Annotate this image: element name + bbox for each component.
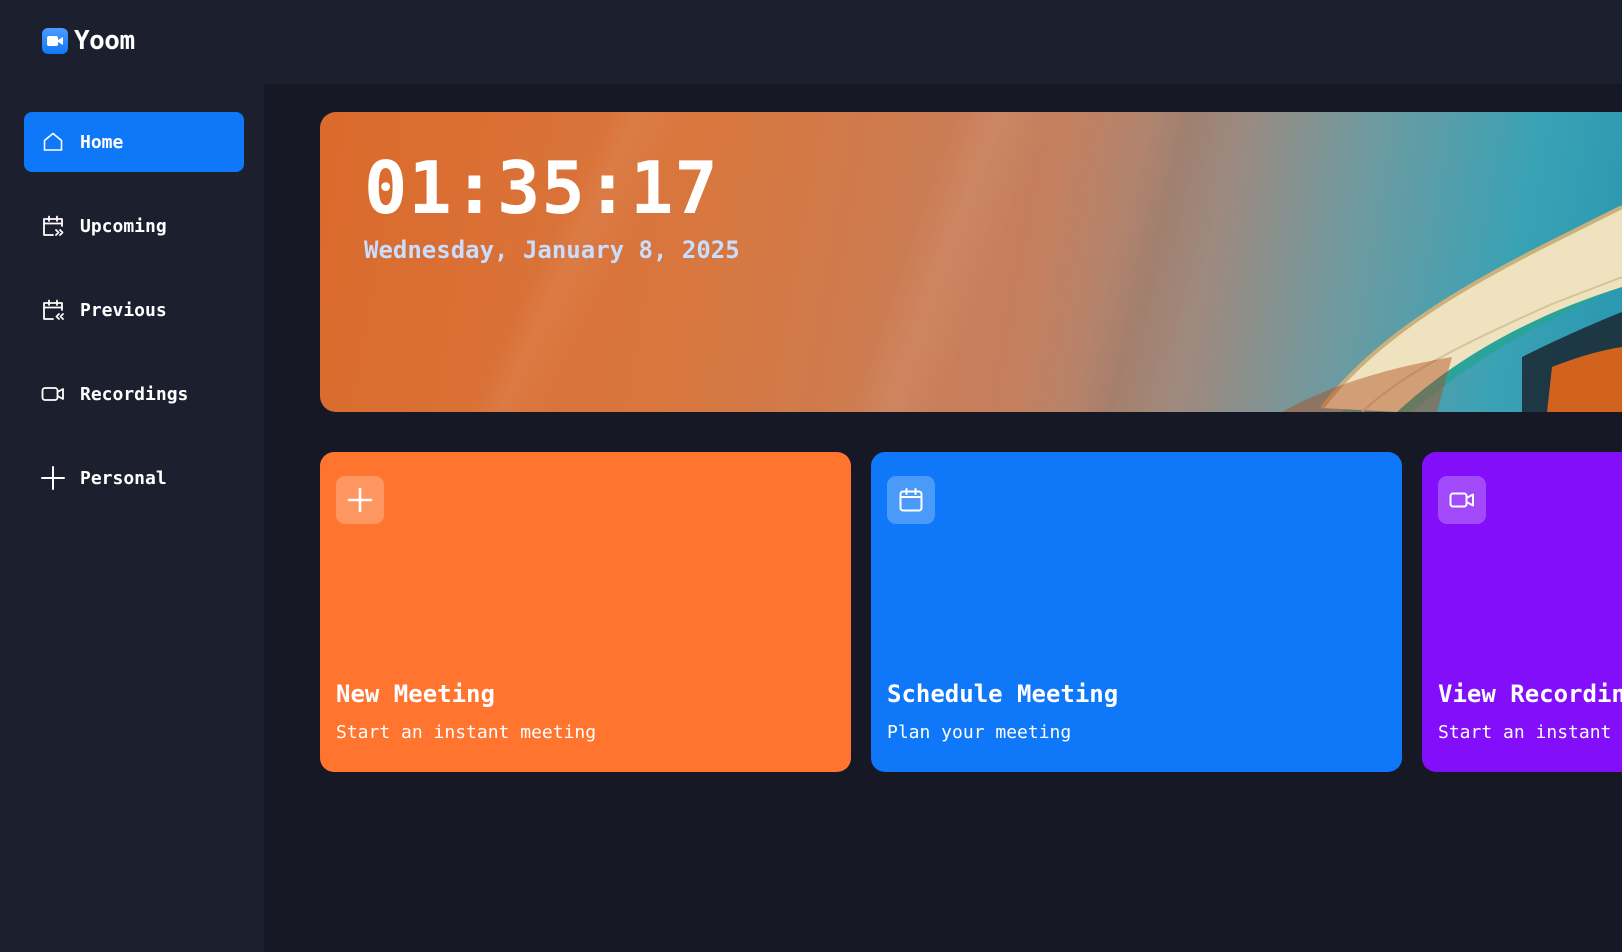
sidebar-item-label: Home xyxy=(80,131,124,153)
new-meeting-card[interactable]: New Meeting Start an instant meeting xyxy=(320,452,851,772)
calendar-back-icon xyxy=(40,297,66,323)
card-title: New Meeting xyxy=(336,680,495,708)
current-date: Wednesday, January 8, 2025 xyxy=(364,236,740,264)
sidebar-item-label: Recordings xyxy=(80,383,189,405)
sidebar-item-label: Previous xyxy=(80,299,167,321)
app-logo[interactable]: Yoom xyxy=(42,26,135,56)
video-camera-logo-icon xyxy=(42,28,68,54)
book-illustration xyxy=(1282,205,1622,412)
plus-icon xyxy=(40,465,66,491)
sidebar-item-recordings[interactable]: Recordings xyxy=(24,364,244,424)
card-description: Plan your meeting xyxy=(887,722,1072,743)
card-title: Schedule Meeting xyxy=(887,680,1119,708)
hero-banner: 01:35:17 Wednesday, January 8, 2025 xyxy=(320,112,1622,412)
sidebar-item-label: Upcoming xyxy=(80,215,167,237)
current-time: 01:35:17 xyxy=(364,146,719,230)
card-description: Start an instant meeting xyxy=(336,722,597,743)
sidebar-item-home[interactable]: Home xyxy=(24,112,244,172)
sidebar: Home Upcoming Previous Recordings Person… xyxy=(0,84,264,952)
calendar-icon xyxy=(887,476,935,524)
home-icon xyxy=(40,129,66,155)
schedule-meeting-card[interactable]: Schedule Meeting Plan your meeting xyxy=(871,452,1402,772)
view-recordings-card[interactable]: View Recordings Start an instant meeting xyxy=(1422,452,1622,772)
top-navbar: Yoom xyxy=(0,0,1622,84)
card-title: View Recordings xyxy=(1438,680,1622,708)
sidebar-item-personal[interactable]: Personal xyxy=(24,448,244,508)
calendar-forward-icon xyxy=(40,213,66,239)
sidebar-item-previous[interactable]: Previous xyxy=(24,280,244,340)
sidebar-item-label: Personal xyxy=(80,467,167,489)
sidebar-item-upcoming[interactable]: Upcoming xyxy=(24,196,244,256)
app-name: Yoom xyxy=(74,26,135,56)
card-description: Start an instant meeting xyxy=(1438,722,1622,743)
video-icon xyxy=(1438,476,1486,524)
video-icon xyxy=(40,381,66,407)
plus-icon xyxy=(336,476,384,524)
